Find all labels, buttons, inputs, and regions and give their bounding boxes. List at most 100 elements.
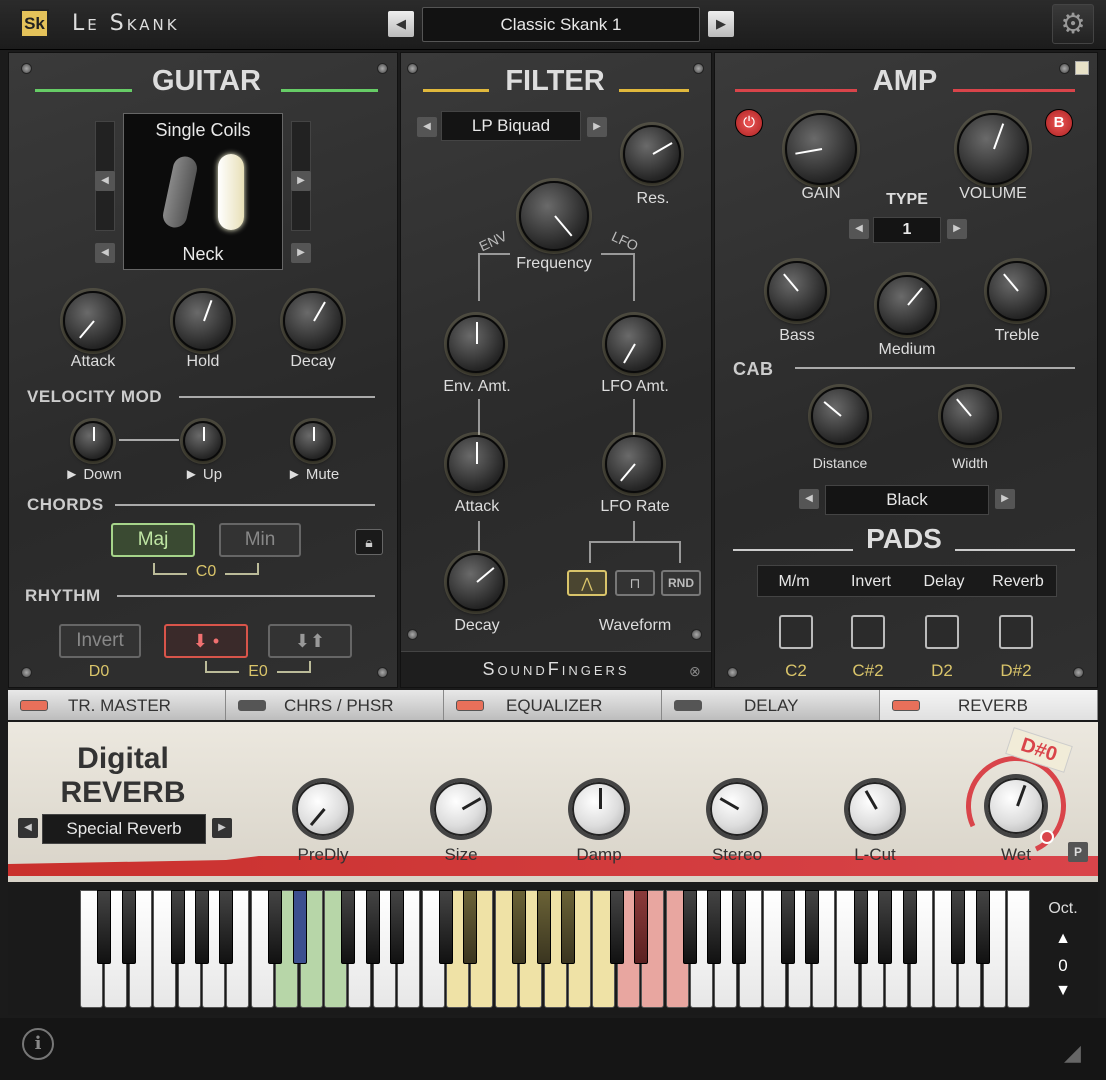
low-cut-knob[interactable] <box>848 782 902 836</box>
treble-knob[interactable] <box>987 261 1047 321</box>
tab-equalizer[interactable]: EQUALIZER <box>444 690 662 720</box>
pads-tab-invert[interactable]: Invert <box>836 573 906 591</box>
black-key[interactable] <box>195 890 209 964</box>
amp-type-next-button[interactable]: ▶ <box>947 219 967 239</box>
black-key[interactable] <box>683 890 697 964</box>
damp-knob[interactable] <box>572 782 626 836</box>
waveform-random-button[interactable]: RND <box>661 570 701 596</box>
tab-delay[interactable]: DELAY <box>662 690 880 720</box>
pad-4[interactable] <box>999 615 1033 649</box>
black-key[interactable] <box>292 890 307 964</box>
amp-type-value[interactable]: 1 <box>873 217 941 243</box>
b-button[interactable]: B <box>1045 109 1073 137</box>
tab-chorus-phaser[interactable]: CHRS / PHSR <box>226 690 444 720</box>
cab-selector[interactable]: Black <box>825 485 989 515</box>
black-key[interactable] <box>219 890 234 964</box>
preset-selector[interactable]: Classic Skank 1 <box>422 7 700 42</box>
cab-next-button[interactable]: ▶ <box>995 489 1015 509</box>
black-key[interactable] <box>512 890 527 964</box>
amp-type-prev-button[interactable]: ◀ <box>849 219 869 239</box>
black-key[interactable] <box>365 890 380 964</box>
decay-knob[interactable] <box>283 291 343 351</box>
next-preset-button[interactable]: ▶ <box>708 11 734 37</box>
black-key[interactable] <box>780 890 795 964</box>
reverb-preset-selector[interactable]: Special Reverb <box>42 814 206 844</box>
velocity-down-knob[interactable] <box>73 421 113 461</box>
pickup-prev-button[interactable]: ◀ <box>95 171 115 191</box>
black-key[interactable] <box>853 890 868 964</box>
pickup-next-button[interactable]: ▶ <box>291 171 311 191</box>
black-key[interactable] <box>390 890 405 964</box>
resize-grip-icon[interactable]: ◢ <box>1064 1040 1081 1066</box>
tab-reverb[interactable]: REVERB <box>880 690 1098 720</box>
prev-preset-button[interactable]: ◀ <box>388 11 414 37</box>
predelay-knob[interactable] <box>296 782 350 836</box>
attack-knob[interactable] <box>63 291 123 351</box>
black-key[interactable] <box>121 890 136 964</box>
gain-knob[interactable] <box>785 113 857 185</box>
black-key[interactable] <box>170 890 185 964</box>
filter-type-prev-button[interactable]: ◀ <box>417 117 437 137</box>
pickup-position-prev-button[interactable]: ◀ <box>95 243 115 263</box>
reverb-led[interactable] <box>892 700 920 711</box>
hold-knob[interactable] <box>173 291 233 351</box>
black-key[interactable] <box>902 890 917 964</box>
cab-prev-button[interactable]: ◀ <box>799 489 819 509</box>
rhythm-invert-button[interactable]: Invert <box>59 624 141 658</box>
octave-down-button[interactable]: ▼ <box>1050 982 1076 1000</box>
velocity-mute-knob[interactable] <box>293 421 333 461</box>
stereo-knob[interactable] <box>710 782 764 836</box>
pads-tab-reverb[interactable]: Reverb <box>986 573 1050 591</box>
black-key[interactable] <box>707 890 722 964</box>
black-key[interactable] <box>268 890 283 964</box>
width-knob[interactable] <box>941 387 999 445</box>
p-button[interactable]: P <box>1068 842 1088 862</box>
lfo-rate-knob[interactable] <box>605 435 663 493</box>
black-key[interactable] <box>97 890 112 964</box>
octave-up-button[interactable]: ▲ <box>1050 930 1076 948</box>
black-key[interactable] <box>463 890 478 964</box>
pad-3[interactable] <box>925 615 959 649</box>
black-key[interactable] <box>439 890 453 964</box>
resonance-knob[interactable] <box>623 125 681 183</box>
waveform-triangle-button[interactable]: ⋀ <box>567 570 607 596</box>
black-key[interactable] <box>805 890 819 964</box>
black-key[interactable] <box>609 890 624 964</box>
minor-chord-button[interactable]: Min <box>219 523 301 557</box>
reverb-preset-next-button[interactable]: ▶ <box>212 818 232 838</box>
pad-2[interactable] <box>851 615 885 649</box>
info-icon[interactable]: i <box>22 1028 54 1060</box>
lock-icon[interactable]: 🔒︎ <box>355 529 383 555</box>
black-key[interactable] <box>951 890 966 964</box>
black-key[interactable] <box>878 890 893 964</box>
black-key[interactable] <box>731 890 746 964</box>
white-key[interactable] <box>1007 890 1031 1008</box>
filter-decay-knob[interactable] <box>447 553 505 611</box>
frequency-knob[interactable] <box>519 181 589 251</box>
black-key[interactable] <box>536 890 551 964</box>
wet-knob[interactable] <box>988 778 1044 834</box>
black-key[interactable] <box>975 890 990 964</box>
equalizer-led[interactable] <box>456 700 484 711</box>
major-chord-button[interactable]: Maj <box>111 523 195 557</box>
strum-down-button[interactable]: ⬇ • <box>164 624 248 658</box>
size-knob[interactable] <box>434 782 488 836</box>
filter-attack-knob[interactable] <box>447 435 505 493</box>
env-amount-knob[interactable] <box>447 315 505 373</box>
bass-knob[interactable] <box>767 261 827 321</box>
distance-knob[interactable] <box>811 387 869 445</box>
pads-tab-delay[interactable]: Delay <box>914 573 974 591</box>
black-key[interactable] <box>634 890 649 964</box>
power-icon[interactable]: ⏻ <box>735 109 763 137</box>
pickup-position-next-button[interactable]: ▶ <box>291 243 311 263</box>
tr-master-led[interactable] <box>20 700 48 711</box>
filter-type-selector[interactable]: LP Biquad <box>441 111 581 141</box>
delay-led[interactable] <box>674 700 702 711</box>
chorus-phaser-led[interactable] <box>238 700 266 711</box>
black-key[interactable] <box>561 890 575 964</box>
volume-knob[interactable] <box>957 113 1029 185</box>
reverb-preset-prev-button[interactable]: ◀ <box>18 818 38 838</box>
pad-1[interactable] <box>779 615 813 649</box>
gear-icon[interactable]: ⚙ <box>1052 4 1094 44</box>
tab-tr-master[interactable]: TR. MASTER <box>8 690 226 720</box>
